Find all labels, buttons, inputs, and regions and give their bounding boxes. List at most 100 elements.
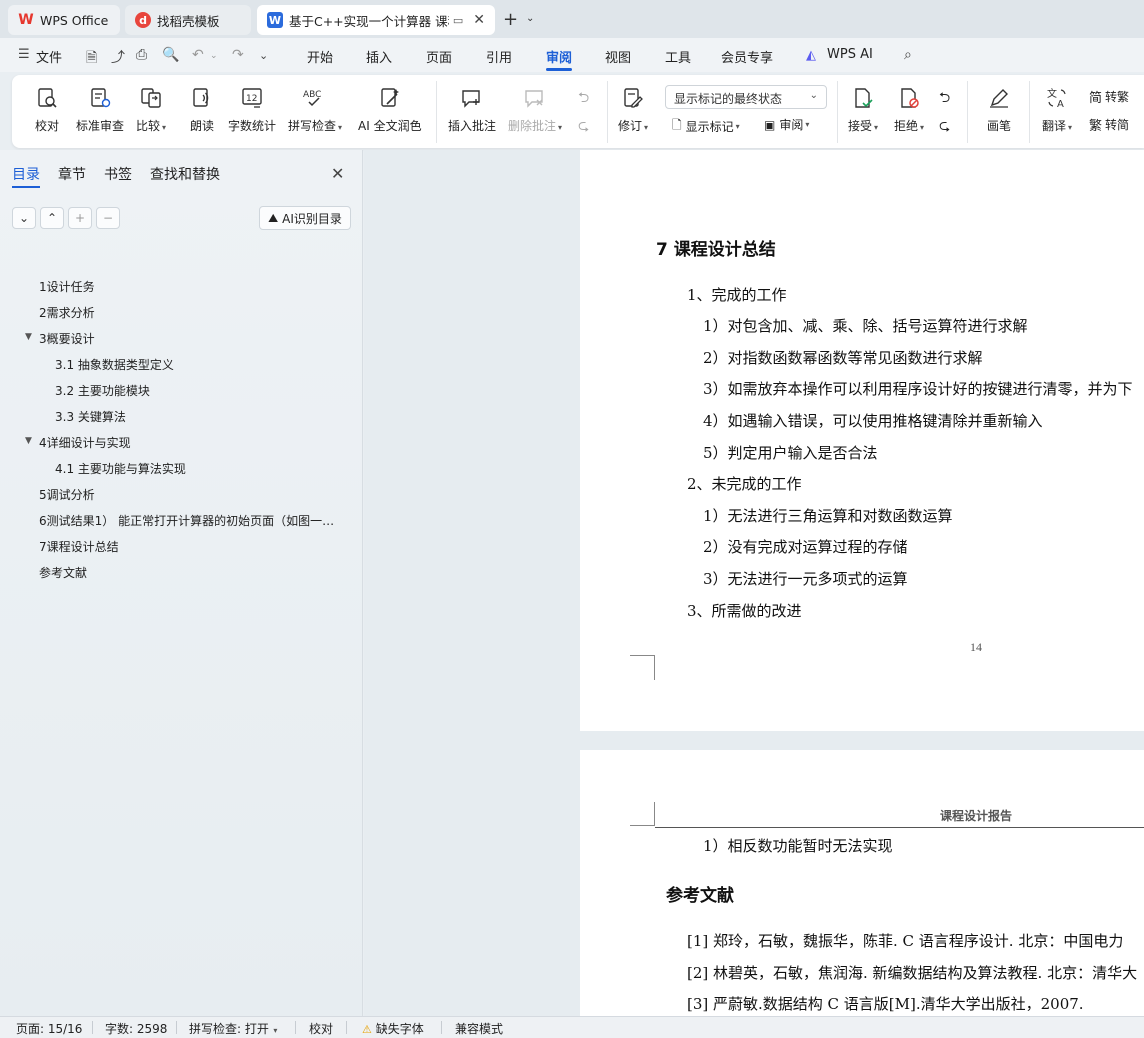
redo-icon[interactable]: ↷ bbox=[232, 47, 244, 63]
menu-start[interactable]: 开始 bbox=[307, 47, 333, 66]
nav-tab-bookmarks[interactable]: 书签 bbox=[104, 164, 132, 184]
proofread-status[interactable]: 校对 bbox=[309, 1020, 333, 1037]
page-indicator[interactable]: 页面: 15/16 bbox=[16, 1020, 82, 1037]
to-traditional-button[interactable]: 简转繁 bbox=[1089, 87, 1129, 106]
standard-review-button[interactable]: 标准审查 bbox=[76, 83, 124, 134]
nav-tab-find-replace[interactable]: 查找和替换 bbox=[150, 164, 220, 184]
delete-comment-button[interactable]: 删除批注 ▾ bbox=[508, 83, 562, 134]
chevron-down-icon: ▾ bbox=[162, 123, 167, 132]
accept-button[interactable]: 接受 ▾ bbox=[848, 83, 878, 134]
toc-item[interactable]: 5调试分析 bbox=[39, 486, 95, 503]
document-canvas[interactable]: 图九 7 课程设计总结 1、完成的工作 1）对包含加、减、乘、除、括号运算符进行… bbox=[364, 150, 1144, 1016]
tab-document[interactable]: W 基于C++实现一个计算器 课程 ▭ ✕ bbox=[257, 5, 495, 35]
add-heading-button[interactable]: + bbox=[68, 207, 92, 229]
ai-polish-button[interactable]: AI 全文润色 bbox=[358, 83, 422, 134]
compare-button[interactable]: 比较 ▾ bbox=[136, 83, 166, 134]
toc-item[interactable]: 3.1 抽象数据类型定义 bbox=[55, 356, 174, 373]
status-separator bbox=[295, 1021, 296, 1034]
paragraph: 3）如需放弃本操作可以利用程序设计好的按键进行清零，并为下 bbox=[703, 380, 1133, 398]
document-page[interactable]: 课程设计报告 1）相反数功能暂时无法实现 参考文献 [1] 郑玲，石敏，魏振华，… bbox=[580, 750, 1144, 1016]
toc-item[interactable]: 6测试结果1） 能正常打开计算器的初始页面（如图一… bbox=[39, 512, 334, 529]
print-icon[interactable]: ⎙ bbox=[136, 47, 147, 63]
spell-check-button[interactable]: ABC 拼写检查 ▾ bbox=[288, 83, 342, 134]
docer-logo-icon: d bbox=[135, 12, 151, 28]
ai-recognize-toc-button[interactable]: ⛰ AI识别目录 bbox=[259, 206, 351, 230]
ai-polish-icon bbox=[375, 83, 405, 113]
review-pane-button[interactable]: ▣ 审阅 ▾ bbox=[764, 116, 809, 133]
quick-access-more-icon[interactable]: ⌄ bbox=[259, 49, 268, 62]
menu-tools[interactable]: 工具 bbox=[665, 47, 691, 66]
next-comment-icon[interactable]: ⮎ bbox=[578, 115, 589, 139]
tab-docer-templates[interactable]: d 找稻壳模板 bbox=[125, 5, 251, 35]
crop-mark bbox=[630, 802, 655, 826]
svg-text:文: 文 bbox=[1047, 87, 1057, 100]
spell-check-status[interactable]: 拼写检查: 打开 ▾ bbox=[189, 1020, 277, 1037]
show-markup-button[interactable]: 🗋 显示标记 ▾ bbox=[672, 116, 740, 137]
menu-references[interactable]: 引用 bbox=[486, 47, 512, 66]
menu-page[interactable]: 页面 bbox=[426, 47, 452, 66]
reference-item: [2] 林碧英，石敏，焦润海. 新编数据结构及算法教程. 北京：清华大 bbox=[687, 964, 1138, 982]
to-simplified-button[interactable]: 繁转简 bbox=[1089, 115, 1129, 134]
hamburger-menu-icon[interactable]: ☰ bbox=[18, 47, 30, 62]
close-tab-icon[interactable]: ✕ bbox=[473, 12, 485, 28]
markup-state-select[interactable]: 显示标记的最终状态 ⌄ bbox=[665, 85, 827, 109]
save-icon[interactable]: 🗎 bbox=[86, 47, 97, 71]
nav-tab-toc[interactable]: 目录 bbox=[12, 164, 40, 184]
references-heading: 参考文献 bbox=[666, 886, 734, 906]
read-aloud-button[interactable]: 朗读 bbox=[187, 83, 217, 134]
word-count-button[interactable]: 12 字数统计 bbox=[228, 83, 276, 134]
tab-list-chevron-icon[interactable]: ⌄ bbox=[526, 13, 534, 24]
translate-button[interactable]: 文A 翻译 ▾ bbox=[1042, 83, 1072, 134]
reject-icon bbox=[894, 83, 924, 113]
close-pane-icon[interactable]: ✕ bbox=[331, 164, 344, 183]
remove-heading-button[interactable]: − bbox=[96, 207, 120, 229]
insert-comment-button[interactable]: 插入批注 bbox=[448, 83, 496, 134]
toc-item[interactable]: 3概要设计 bbox=[39, 330, 95, 347]
compat-mode-status[interactable]: 兼容模式 bbox=[455, 1020, 503, 1037]
nav-tab-sections[interactable]: 章节 bbox=[58, 164, 86, 184]
menu-wps-ai[interactable]: WPS AI bbox=[827, 47, 873, 62]
menu-member[interactable]: 会员专享 bbox=[721, 47, 773, 66]
toc-item[interactable]: 1设计任务 bbox=[39, 278, 95, 295]
chevron-up-icon: ⌃ bbox=[46, 211, 58, 225]
tab-wps-office[interactable]: W WPS Office bbox=[8, 5, 120, 35]
previous-comment-icon[interactable]: ⮌ bbox=[578, 87, 589, 111]
toc-item[interactable]: 2需求分析 bbox=[39, 304, 95, 321]
missing-font-status[interactable]: ⚠ 缺失字体 bbox=[362, 1020, 424, 1037]
chevron-down-icon: ▾ bbox=[920, 123, 925, 132]
ribbon-separator bbox=[436, 81, 437, 143]
collapse-triangle-icon[interactable]: ▼ bbox=[25, 332, 32, 342]
menu-review[interactable]: 审阅 bbox=[546, 47, 572, 66]
word-count-indicator[interactable]: 字数: 2598 bbox=[105, 1020, 167, 1037]
collapse-triangle-icon[interactable]: ▼ bbox=[25, 436, 32, 446]
reject-button[interactable]: 拒绝 ▾ bbox=[894, 83, 924, 134]
document-page[interactable]: 图九 7 课程设计总结 1、完成的工作 1）对包含加、减、乘、除、括号运算符进行… bbox=[580, 150, 1144, 731]
menu-file[interactable]: 文件 bbox=[36, 47, 62, 66]
undo-dropdown-icon[interactable]: ⌄ bbox=[210, 51, 218, 61]
ai-toc-icon: ⛰ bbox=[268, 210, 279, 225]
toc-item[interactable]: 3.3 关键算法 bbox=[55, 408, 126, 425]
toc-item[interactable]: 参考文献 bbox=[39, 564, 87, 581]
search-icon[interactable]: ⌕ bbox=[904, 47, 912, 63]
toc-item[interactable]: 4详细设计与实现 bbox=[39, 434, 131, 451]
proofread-button[interactable]: 校对 bbox=[32, 83, 62, 134]
insert-comment-icon bbox=[457, 83, 487, 113]
collapse-all-button[interactable]: ⌄ bbox=[12, 207, 36, 229]
new-tab-plus-icon[interactable]: + bbox=[503, 9, 518, 30]
toc-item[interactable]: 7课程设计总结 bbox=[39, 538, 119, 555]
export-icon[interactable]: ⤴ bbox=[111, 47, 125, 67]
menu-view[interactable]: 视图 bbox=[605, 47, 631, 66]
undo-icon[interactable]: ↶ bbox=[192, 47, 204, 63]
monitor-icon[interactable]: ▭ bbox=[453, 14, 463, 27]
toc-item[interactable]: 3.2 主要功能模块 bbox=[55, 382, 150, 399]
previous-change-icon[interactable]: ⮌ bbox=[939, 87, 950, 111]
print-preview-icon[interactable]: 🔍 bbox=[162, 47, 179, 63]
toc-item[interactable]: 4.1 主要功能与算法实现 bbox=[55, 460, 186, 477]
pen-button[interactable]: 画笔 bbox=[984, 83, 1014, 134]
expand-button[interactable]: ⌃ bbox=[40, 207, 64, 229]
pen-icon bbox=[984, 83, 1014, 113]
tab-label: 基于C++实现一个计算器 课程 bbox=[288, 13, 449, 29]
menu-insert[interactable]: 插入 bbox=[366, 47, 392, 66]
next-change-icon[interactable]: ⮎ bbox=[939, 115, 950, 139]
track-changes-button[interactable]: 修订 ▾ bbox=[618, 83, 648, 134]
